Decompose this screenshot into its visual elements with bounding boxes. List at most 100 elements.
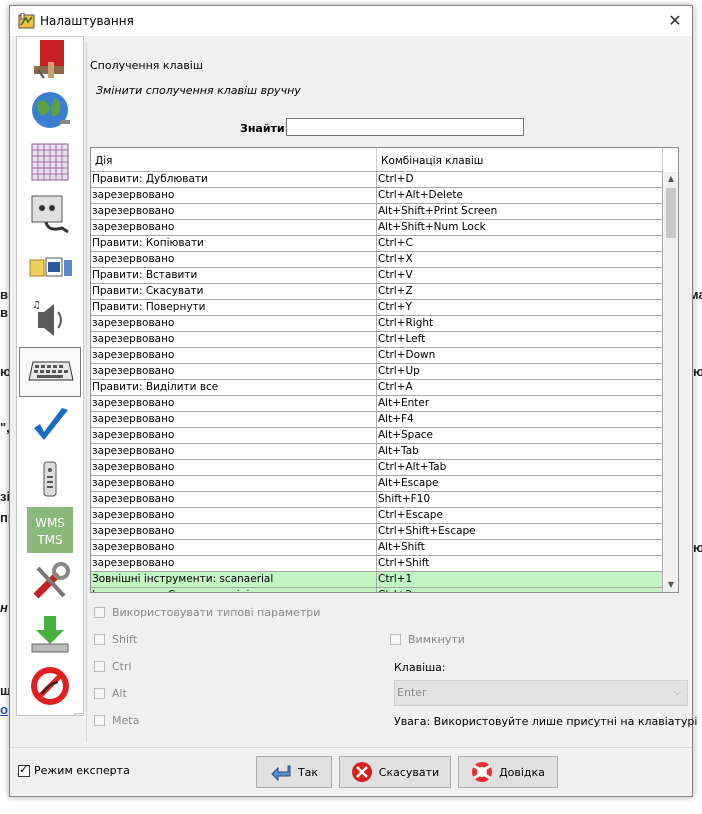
scroll-up-icon[interactable]: ▲ <box>664 172 678 186</box>
close-button[interactable]: ✕ <box>664 10 686 32</box>
table-row[interactable]: Зовнішні інструменти: scanaerial Ctrl+1 <box>91 572 663 588</box>
tab-shortcuts[interactable] <box>19 347 81 397</box>
checkbox-label: Вимкнути <box>408 633 465 646</box>
background-link[interactable]: о <box>0 702 8 717</box>
table-row[interactable]: зарезервовано Alt+Space <box>91 428 663 444</box>
table-row[interactable]: зарезервовано Alt+Shift <box>91 540 663 556</box>
checkbox-box[interactable] <box>94 661 105 672</box>
table-row[interactable]: Правити: Виділити все Ctrl+A <box>91 380 663 396</box>
table-row[interactable]: Інструменти: Спростити лініюCtrl+2 <box>91 588 663 592</box>
table-row[interactable]: Правити: Копіювати Ctrl+C <box>91 236 663 252</box>
sidebar-scroll-up-button[interactable]: ▲ <box>74 713 83 715</box>
action-cell: Правити: Копіювати <box>91 236 377 252</box>
checkbox-box[interactable] <box>94 607 105 618</box>
search-label: Знайти: <box>240 122 290 135</box>
expert-mode-checkbox[interactable]: Режим експерта <box>18 763 130 777</box>
action-cell: зарезервовано <box>91 188 377 204</box>
column-header-action[interactable]: Дія <box>91 148 377 171</box>
shift-checkbox[interactable]: Shift <box>94 633 137 646</box>
checkbox-box[interactable] <box>94 688 105 699</box>
svg-text:♫: ♫ <box>32 300 41 311</box>
checkbox-box[interactable] <box>94 634 105 645</box>
tab-display[interactable] <box>19 37 81 83</box>
action-cell: зарезервовано <box>91 252 377 268</box>
shortcut-cell: Ctrl+Up <box>377 364 663 380</box>
shortcut-cell: Alt+Escape <box>377 476 663 492</box>
table-row[interactable]: зарезервовано Ctrl+Escape <box>91 508 663 524</box>
action-cell: зарезервовано <box>91 316 377 332</box>
table-row[interactable]: зарезервовано Shift+F10 <box>91 492 663 508</box>
help-button[interactable]: Довідка <box>458 756 558 788</box>
background-text: ю <box>693 540 702 555</box>
action-cell: зарезервовано <box>91 204 377 220</box>
table-row[interactable]: зарезервовано Alt+Shift+Print Screen <box>91 204 663 220</box>
tab-validator[interactable] <box>19 401 81 451</box>
action-cell: зарезервовано <box>91 332 377 348</box>
table-row[interactable]: Правити: Скасувати Ctrl+Z <box>91 284 663 300</box>
table-row[interactable]: зарезервовано Alt+Tab <box>91 444 663 460</box>
key-select[interactable]: Enter ⌵ <box>394 680 688 706</box>
alt-checkbox[interactable]: Alt <box>94 687 127 700</box>
tab-imagery[interactable]: WMS TMS <box>19 505 81 555</box>
table-row[interactable]: зарезервовано Alt+Escape <box>91 476 663 492</box>
tab-projection[interactable] <box>19 137 81 187</box>
action-cell: зарезервовано <box>91 396 377 412</box>
shortcut-cell: Ctrl+Alt+Tab <box>377 460 663 476</box>
column-header-shortcut[interactable]: Комбінація клавіш <box>377 148 663 171</box>
action-cell: зарезервовано <box>91 492 377 508</box>
action-cell: зарезервовано <box>91 524 377 540</box>
table-row[interactable]: зарезервовано Ctrl+Shift+Escape <box>91 524 663 540</box>
ok-button[interactable]: Так <box>256 756 332 788</box>
scroll-thumb[interactable] <box>666 188 676 238</box>
table-row[interactable]: зарезервовано Ctrl+Down <box>91 348 663 364</box>
tab-plugins[interactable] <box>19 189 81 239</box>
shortcut-cell: Alt+Shift <box>377 540 663 556</box>
tab-restrictions[interactable] <box>19 661 81 711</box>
table-row[interactable]: зарезервовано Alt+Shift+Num Lock <box>91 220 663 236</box>
shortcut-cell: Alt+Shift+Num Lock <box>377 220 663 236</box>
tab-connection[interactable] <box>19 85 81 135</box>
shortcut-cell: Ctrl+Escape <box>377 508 663 524</box>
warning-text: Увага: Використовуйте лише присутні на к… <box>394 715 702 728</box>
chevron-down-icon: ⌵ <box>673 687 681 698</box>
preferences-sidebar: ♫ WMS TMS <box>16 36 84 716</box>
table-row[interactable]: Правити: Повернути Ctrl+Y <box>91 300 663 316</box>
shortcut-cell: Ctrl+Right <box>377 316 663 332</box>
checkbox-label: Meta <box>112 714 140 727</box>
tab-audio[interactable]: ♫ <box>19 293 81 343</box>
table-row[interactable]: зарезервовано Ctrl+Up <box>91 364 663 380</box>
disable-checkbox[interactable]: Вимкнути <box>390 633 465 646</box>
preferences-dialog: Налаштування ✕ ♫ WMS TMS Сполучення клав… <box>9 5 702 797</box>
speaker-icon: ♫ <box>32 300 62 336</box>
table-row[interactable]: Правити: Дублювати Ctrl+D <box>91 172 663 188</box>
paint-icon <box>34 40 64 79</box>
tab-remote-control[interactable] <box>19 453 81 503</box>
globe-icon <box>32 92 70 128</box>
meta-checkbox[interactable]: Meta <box>94 714 139 727</box>
table-row[interactable]: зарезервовано Ctrl+Alt+Tab <box>91 460 663 476</box>
tab-advanced[interactable] <box>19 557 81 607</box>
table-row[interactable]: зарезервовано Alt+F4 <box>91 412 663 428</box>
table-row[interactable]: Правити: Вставити Ctrl+V <box>91 268 663 284</box>
table-row[interactable]: зарезервовано Ctrl+X <box>91 252 663 268</box>
table-row[interactable]: зарезервовано Ctrl+Left <box>91 332 663 348</box>
tab-downloads[interactable] <box>19 609 81 659</box>
table-row[interactable]: зарезервовано Alt+Enter <box>91 396 663 412</box>
ctrl-checkbox[interactable]: Ctrl <box>94 660 132 673</box>
table-row[interactable]: зарезервовано Ctrl+Alt+Delete <box>91 188 663 204</box>
background-text: в <box>0 305 8 320</box>
table-row[interactable]: зарезервовано Ctrl+Right <box>91 316 663 332</box>
folders-icon <box>29 257 72 277</box>
table-scrollbar[interactable]: ▲ ▼ <box>664 172 678 592</box>
action-cell: зарезервовано <box>91 348 377 364</box>
checkbox-box[interactable] <box>94 715 105 726</box>
tab-files[interactable] <box>19 241 81 291</box>
search-input[interactable] <box>286 118 524 136</box>
checkbox-box[interactable] <box>18 763 30 777</box>
table-row[interactable]: зарезервовано Ctrl+Shift <box>91 556 663 572</box>
scroll-down-icon[interactable]: ▼ <box>664 578 678 592</box>
cancel-button[interactable]: Скасувати <box>339 756 451 788</box>
checkbox-box[interactable] <box>390 634 401 645</box>
cancel-icon <box>351 761 373 783</box>
use-default-checkbox[interactable]: Використовувати типові параметри <box>94 606 320 619</box>
